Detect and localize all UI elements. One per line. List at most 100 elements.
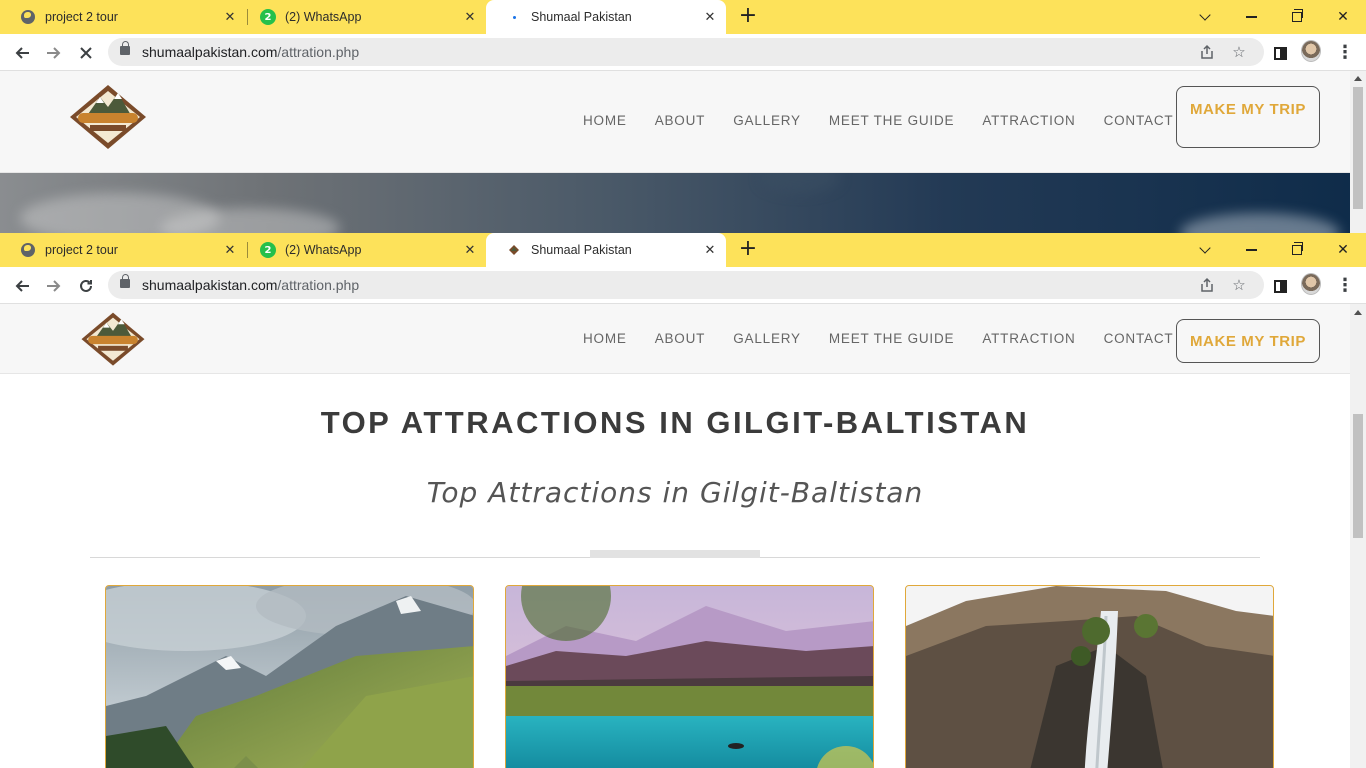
tab-search-button[interactable]	[1182, 0, 1228, 34]
close-window-button[interactable]: ✕	[1320, 0, 1366, 34]
attraction-card-valley[interactable]	[105, 585, 474, 768]
close-icon[interactable]: ✕	[462, 242, 478, 258]
make-my-trip-button[interactable]: MAKE MY TRIP	[1176, 86, 1320, 148]
attraction-card-lake[interactable]	[505, 585, 874, 768]
whatsapp-icon: 2	[260, 242, 276, 258]
share-icon[interactable]	[1198, 43, 1216, 61]
attraction-card-waterfall[interactable]	[905, 585, 1274, 768]
page-scrollbar[interactable]	[1350, 71, 1366, 233]
loading-spinner-icon	[506, 9, 522, 25]
chevron-down-icon	[1199, 9, 1211, 21]
nav-gallery[interactable]: GALLERY	[733, 331, 801, 346]
divider-accent	[590, 550, 760, 558]
tab-title: project 2 tour	[45, 243, 118, 257]
tab-shumaal-pakistan[interactable]: Shumaal Pakistan ✕	[486, 233, 726, 267]
site-header: HOME ABOUT GALLERY MEET THE GUIDE ATTRAC…	[0, 71, 1350, 173]
nav-meet-the-guide[interactable]: MEET THE GUIDE	[829, 113, 954, 128]
page-title: TOP ATTRACTIONS IN GILGIT-BALTISTAN	[320, 405, 1030, 440]
tab-whatsapp[interactable]: 2 (2) WhatsApp ✕	[240, 233, 486, 267]
nav-about[interactable]: ABOUT	[655, 113, 706, 128]
tab-search-button[interactable]	[1182, 233, 1228, 267]
globe-icon	[20, 9, 36, 25]
forward-button[interactable]	[43, 42, 65, 64]
profile-button[interactable]	[1301, 273, 1321, 295]
tab-strip: project 2 tour ✕ 2 (2) WhatsApp ✕ Shumaa…	[0, 233, 1366, 267]
share-icon[interactable]	[1198, 276, 1216, 294]
site-logo[interactable]	[78, 311, 148, 369]
star-icon[interactable]: ☆	[1230, 43, 1248, 61]
kebab-menu-icon[interactable]: ⋮	[1335, 276, 1355, 296]
close-icon[interactable]: ✕	[222, 242, 238, 258]
url-text: shumaalpakistan.com/attration.php	[142, 44, 360, 60]
site-header: HOME ABOUT GALLERY MEET THE GUIDE ATTRAC…	[0, 304, 1350, 374]
forward-icon	[47, 280, 61, 292]
minimize-button[interactable]	[1228, 233, 1274, 267]
url-text: shumaalpakistan.com/attration.php	[142, 277, 360, 293]
valley-image	[106, 586, 473, 768]
side-panel-icon	[1273, 46, 1287, 60]
lake-image	[506, 586, 873, 768]
nav-attraction[interactable]: ATTRACTION	[982, 113, 1075, 128]
forward-icon	[47, 47, 61, 59]
browser-toolbar: shumaalpakistan.com/attration.php ☆ ⋮	[0, 34, 1366, 71]
stop-button[interactable]	[75, 42, 97, 64]
site-favicon	[506, 242, 522, 258]
nav-home[interactable]: HOME	[583, 113, 627, 128]
main-nav: HOME ABOUT GALLERY MEET THE GUIDE ATTRAC…	[583, 331, 1201, 346]
nav-meet-the-guide[interactable]: MEET THE GUIDE	[829, 331, 954, 346]
nav-contact[interactable]: CONTACT	[1104, 113, 1174, 128]
close-icon[interactable]: ✕	[702, 242, 718, 258]
chevron-down-icon	[1199, 242, 1211, 254]
forward-button[interactable]	[43, 275, 65, 297]
browser-window-back: project 2 tour ✕ 2 (2) WhatsApp ✕ Shumaa…	[0, 0, 1366, 233]
whatsapp-icon: 2	[260, 9, 276, 25]
restore-icon	[1292, 9, 1303, 22]
tab-title: Shumaal Pakistan	[531, 243, 632, 257]
reload-button[interactable]	[75, 275, 97, 297]
back-button[interactable]	[11, 42, 33, 64]
browser-toolbar: shumaalpakistan.com/attration.php ☆ ⋮	[0, 267, 1366, 304]
back-icon	[15, 280, 29, 292]
close-icon[interactable]: ✕	[222, 9, 238, 25]
waterfall-image	[906, 586, 1273, 768]
stop-icon	[80, 47, 92, 59]
nav-gallery[interactable]: GALLERY	[733, 113, 801, 128]
kebab-menu-icon[interactable]: ⋮	[1335, 43, 1355, 63]
page-subtitle: Top Attractions in Gilgit-Baltistan	[426, 476, 924, 509]
side-panel-icon	[1273, 279, 1287, 293]
side-panel-button[interactable]	[1270, 276, 1290, 296]
tab-title: project 2 tour	[45, 10, 118, 24]
main-nav: HOME ABOUT GALLERY MEET THE GUIDE ATTRAC…	[583, 113, 1201, 128]
nav-contact[interactable]: CONTACT	[1104, 331, 1174, 346]
make-my-trip-button[interactable]: MAKE MY TRIP	[1176, 319, 1320, 363]
page-scrollbar[interactable]	[1350, 304, 1366, 768]
new-tab-button[interactable]: +	[737, 5, 759, 28]
reload-icon	[80, 279, 92, 292]
close-icon[interactable]: ✕	[702, 9, 718, 25]
address-bar[interactable]: shumaalpakistan.com/attration.php ☆	[108, 38, 1264, 66]
minimize-button[interactable]	[1228, 0, 1274, 34]
globe-icon	[20, 242, 36, 258]
site-logo[interactable]	[68, 83, 148, 153]
back-button[interactable]	[11, 275, 33, 297]
tab-shumaal-pakistan[interactable]: Shumaal Pakistan ✕	[486, 0, 726, 34]
close-window-button[interactable]: ✕	[1320, 233, 1366, 267]
nav-attraction[interactable]: ATTRACTION	[982, 331, 1075, 346]
address-bar[interactable]: shumaalpakistan.com/attration.php ☆	[108, 271, 1264, 299]
side-panel-button[interactable]	[1270, 43, 1290, 63]
nav-about[interactable]: ABOUT	[655, 331, 706, 346]
restore-button[interactable]	[1274, 0, 1320, 34]
tab-project-tour[interactable]: project 2 tour ✕	[0, 233, 246, 267]
tab-title: Shumaal Pakistan	[531, 10, 632, 24]
tab-title: (2) WhatsApp	[285, 10, 362, 24]
minimize-icon	[1245, 16, 1257, 18]
star-icon[interactable]: ☆	[1230, 276, 1248, 294]
nav-home[interactable]: HOME	[583, 331, 627, 346]
tab-project-tour[interactable]: project 2 tour ✕	[0, 0, 246, 34]
profile-button[interactable]	[1301, 40, 1321, 62]
new-tab-button[interactable]: +	[737, 238, 759, 261]
restore-button[interactable]	[1274, 233, 1320, 267]
back-icon	[15, 47, 29, 59]
tab-whatsapp[interactable]: 2 (2) WhatsApp ✕	[240, 0, 486, 34]
close-icon[interactable]: ✕	[462, 9, 478, 25]
